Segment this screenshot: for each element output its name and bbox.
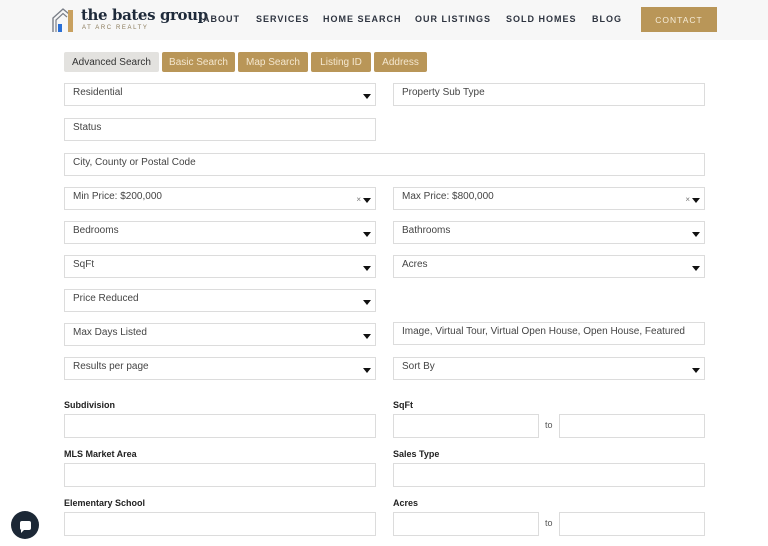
- caret-down-icon: [692, 368, 700, 373]
- max-price-select[interactable]: Max Price: $800,000 ×: [393, 187, 705, 210]
- property-type-select[interactable]: Residential: [64, 83, 376, 106]
- caret-down-icon: [363, 368, 371, 373]
- sqft-min-input[interactable]: [393, 414, 539, 438]
- elementary-school-input[interactable]: [64, 512, 376, 536]
- sort-by-placeholder: Sort By: [402, 361, 435, 372]
- bedrooms-placeholder: Bedrooms: [73, 225, 119, 236]
- acres-select[interactable]: Acres: [393, 255, 705, 278]
- caret-down-icon: [692, 266, 700, 271]
- caret-down-icon: [363, 232, 371, 237]
- bathrooms-placeholder: Bathrooms: [402, 225, 451, 236]
- nav-sold-homes[interactable]: SOLD HOMES: [506, 14, 577, 24]
- caret-down-icon: [363, 94, 371, 99]
- sqft-select[interactable]: SqFt: [64, 255, 376, 278]
- logo[interactable]: the bates group AT ARC REALTY: [52, 6, 208, 34]
- sqft-range-separator: to: [545, 420, 553, 430]
- subdivision-input[interactable]: [64, 414, 376, 438]
- nav-our-listings[interactable]: OUR LISTINGS: [415, 14, 491, 24]
- caret-down-icon: [363, 300, 371, 305]
- acres-placeholder: Acres: [402, 259, 428, 270]
- status-placeholder: Status: [73, 122, 102, 133]
- sqft-range-label: SqFt: [393, 400, 413, 410]
- location-placeholder: City, County or Postal Code: [73, 157, 196, 168]
- nav-blog[interactable]: BLOG: [592, 14, 622, 24]
- nav-about[interactable]: ABOUT: [203, 14, 240, 24]
- acres-min-input[interactable]: [393, 512, 539, 536]
- max-days-listed-select[interactable]: Max Days Listed: [64, 323, 376, 346]
- status-field[interactable]: Status: [64, 118, 376, 141]
- clear-icon[interactable]: ×: [356, 195, 361, 204]
- results-per-page-placeholder: Results per page: [73, 361, 149, 372]
- acres-max-input[interactable]: [559, 512, 705, 536]
- tab-listing-id[interactable]: Listing ID: [311, 52, 371, 72]
- property-sub-type-field[interactable]: Property Sub Type: [393, 83, 705, 106]
- brand-subtitle: AT ARC REALTY: [82, 25, 149, 31]
- min-price-select[interactable]: Min Price: $200,000 ×: [64, 187, 376, 210]
- tab-basic-search[interactable]: Basic Search: [162, 52, 235, 72]
- sqft-max-input[interactable]: [559, 414, 705, 438]
- property-type-value: Residential: [73, 87, 123, 98]
- contact-button[interactable]: CONTACT: [641, 7, 717, 32]
- caret-down-icon: [363, 198, 371, 203]
- bedrooms-select[interactable]: Bedrooms: [64, 221, 376, 244]
- price-reduced-select[interactable]: Price Reduced: [64, 289, 376, 312]
- property-sub-type-placeholder: Property Sub Type: [402, 87, 485, 98]
- caret-down-icon: [692, 198, 700, 203]
- sort-by-select[interactable]: Sort By: [393, 357, 705, 380]
- acres-range-separator: to: [545, 518, 553, 528]
- chat-bubble-icon: [19, 520, 31, 533]
- caret-down-icon: [692, 232, 700, 237]
- brand-title: the bates group: [81, 6, 208, 24]
- max-days-listed-placeholder: Max Days Listed: [73, 327, 147, 338]
- site-header: the bates group AT ARC REALTY ABOUT SERV…: [0, 0, 768, 40]
- tab-address[interactable]: Address: [374, 52, 427, 72]
- features-value: Image, Virtual Tour, Virtual Open House,…: [402, 326, 685, 337]
- sqft-placeholder: SqFt: [73, 259, 95, 270]
- acres-range-label: Acres: [393, 498, 419, 508]
- tab-advanced-search[interactable]: Advanced Search: [64, 52, 159, 72]
- sales-type-input[interactable]: [393, 463, 705, 487]
- location-field[interactable]: City, County or Postal Code: [64, 153, 705, 176]
- results-per-page-select[interactable]: Results per page: [64, 357, 376, 380]
- min-price-value: Min Price: $200,000: [73, 191, 162, 202]
- sales-type-label: Sales Type: [393, 449, 440, 459]
- max-price-value: Max Price: $800,000: [402, 191, 494, 202]
- clear-icon[interactable]: ×: [685, 195, 690, 204]
- nav-services[interactable]: SERVICES: [256, 14, 309, 24]
- tab-map-search[interactable]: Map Search: [238, 52, 308, 72]
- features-field[interactable]: Image, Virtual Tour, Virtual Open House,…: [393, 322, 705, 345]
- elementary-school-label: Elementary School: [64, 498, 146, 508]
- chat-button[interactable]: [11, 511, 39, 539]
- mls-market-area-input[interactable]: [64, 463, 376, 487]
- subdivision-label: Subdivision: [64, 400, 116, 410]
- caret-down-icon: [363, 334, 371, 339]
- house-logo-icon: [52, 8, 73, 32]
- mls-market-area-label: MLS Market Area: [64, 449, 137, 459]
- nav-home-search[interactable]: HOME SEARCH: [323, 14, 402, 24]
- caret-down-icon: [363, 266, 371, 271]
- price-reduced-placeholder: Price Reduced: [73, 293, 139, 304]
- bathrooms-select[interactable]: Bathrooms: [393, 221, 705, 244]
